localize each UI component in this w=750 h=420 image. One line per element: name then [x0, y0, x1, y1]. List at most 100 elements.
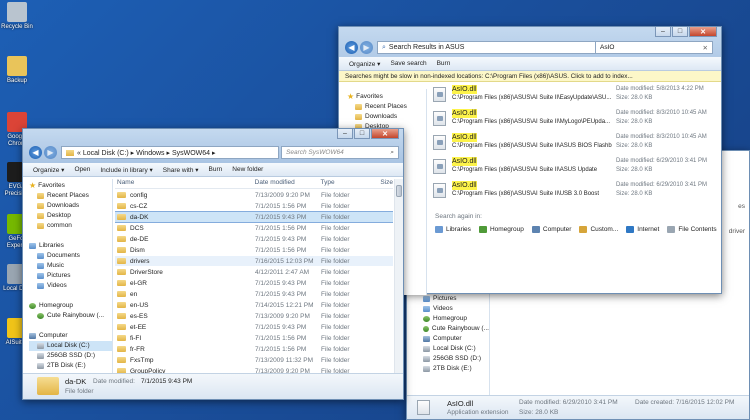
file-row[interactable]: DriverStore 4/12/2011 2:47 AM File folder	[115, 267, 393, 277]
minimize-button[interactable]: –	[337, 129, 353, 139]
nav-item[interactable]: 256GB SSD (D:)	[29, 351, 112, 361]
toolbar-button[interactable]: Organize ▾	[349, 60, 380, 68]
search-again-option[interactable]: Homegroup	[478, 224, 524, 234]
search-input[interactable]: AsIO ✕	[595, 41, 713, 54]
result-name-block: AsIO.dll C:\Program Files (x86)\ASUS\AI S…	[452, 85, 612, 103]
file-row[interactable]: es-ES 7/13/2009 9:20 PM File folder	[115, 311, 393, 321]
search-result-item[interactable]: AsIO.dll C:\Program Files (x86)\ASUS\AI S…	[431, 157, 717, 180]
file-row[interactable]: da-DK 7/1/2015 9:43 PM File folder	[115, 211, 393, 223]
result-path: C:\Program Files (x86)\ASUS\AI Suite II\…	[452, 143, 612, 149]
toolbar-button[interactable]: Burn	[209, 166, 223, 173]
search-input[interactable]: Search SysWOW64 ⌕	[281, 146, 399, 159]
search-result-item[interactable]: AsIO.dll C:\Program Files (x86)\ASUS\AI S…	[431, 85, 717, 108]
nav-item[interactable]: Desktop	[29, 211, 112, 221]
back-arrow-icon[interactable]: ◀	[345, 41, 358, 54]
file-row[interactable]: en 7/1/2015 9:43 PM File folder	[115, 289, 393, 299]
nav-item[interactable]: Computer	[29, 331, 112, 341]
column-name[interactable]: Name	[115, 179, 255, 188]
nav-item[interactable]: Pictures	[423, 294, 489, 304]
nav-item[interactable]: Homegroup	[423, 314, 489, 324]
nav-item[interactable]: Cute Rainybouw (...	[423, 324, 489, 334]
file-row[interactable]: et-EE 7/1/2015 9:43 PM File folder	[115, 322, 393, 332]
maximize-button[interactable]: □	[354, 129, 370, 139]
nav-item[interactable]: Music	[29, 261, 112, 271]
result-meta: Date modified: 6/29/2010 3:41 PM Size: 28…	[616, 157, 707, 175]
file-row[interactable]: en-US 7/14/2015 12:21 PM File folder	[115, 300, 393, 310]
nav-item[interactable]: Videos	[423, 304, 489, 314]
forward-arrow-icon[interactable]: ▶	[44, 146, 57, 159]
nav-item[interactable]: common	[29, 221, 112, 231]
nav-item[interactable]: 2TB Disk (E:)	[423, 364, 489, 374]
nav-item[interactable]: Homegroup	[29, 301, 112, 311]
syswow-toolbar: Organize ▾ Open Include in library ▾ Share …	[23, 163, 403, 177]
nav-item[interactable]: Pictures	[29, 271, 112, 281]
result-name: AsIO.dll	[452, 181, 477, 190]
toolbar-button[interactable]: Open	[74, 166, 90, 173]
file-row[interactable]: cs-CZ 7/1/2015 1:56 PM File folder	[115, 201, 393, 211]
search-result-item[interactable]: AsIO.dll C:\Program Files (x86)\ASUS\AI S…	[431, 133, 717, 156]
nav-item[interactable]: ★ Favorites	[29, 181, 112, 191]
file-row[interactable]: FxsTmp 7/13/2009 11:32 PM File folder	[115, 355, 393, 365]
nav-item[interactable]: Libraries	[29, 241, 112, 251]
column-type[interactable]: Type	[320, 179, 380, 188]
minimize-button[interactable]: –	[655, 27, 671, 37]
nav-item[interactable]: Computer	[423, 334, 489, 344]
nav-item[interactable]: Documents	[29, 251, 112, 261]
nav-item[interactable]: ★ Favorites	[347, 92, 426, 102]
search-again-option[interactable]: Custom...	[579, 224, 618, 234]
toolbar-button[interactable]: Burn	[437, 60, 451, 67]
file-date: 7/13/2009 9:20 PM	[255, 312, 310, 320]
folder-icon	[117, 214, 126, 220]
nav-item[interactable]: Downloads	[29, 201, 112, 211]
breadcrumb[interactable]: « Local Disk (C:) ▸ Windows ▸ SysWOW64 ▸	[61, 146, 279, 159]
address-bar[interactable]: ⌕ Search Results in ASUS	[377, 41, 625, 54]
column-date-modified[interactable]: Date modified	[255, 179, 321, 188]
file-row[interactable]: de-DE 7/1/2015 9:43 PM File folder	[115, 234, 393, 244]
search-again-option[interactable]: Libraries	[435, 224, 471, 234]
desktop-icon[interactable]: Recycle Bin	[0, 2, 34, 31]
nav-item[interactable]: Local Disk (C:)	[29, 341, 112, 351]
nav-item[interactable]: Recent Places	[29, 191, 112, 201]
search-result-item[interactable]: AsIO.dll C:\Program Files (x86)\ASUS\AI S…	[431, 109, 717, 132]
toolbar-button[interactable]: Include in library ▾	[100, 166, 152, 174]
search-again-option[interactable]: Computer	[531, 224, 571, 234]
desktop-icon[interactable]: Backup	[0, 56, 34, 85]
file-row[interactable]: fi-FI 7/1/2015 1:56 PM File folder	[115, 333, 393, 343]
toolbar-button[interactable]: Save search	[390, 60, 426, 67]
clear-search-icon[interactable]: ✕	[703, 44, 708, 52]
syswow64-explorer-window[interactable]: – □ ✕ ◀ ▶ « Local Disk (C:) ▸ Windows ▸ …	[22, 128, 404, 400]
toolbar-button[interactable]: New folder	[232, 166, 263, 173]
scrollbar-thumb[interactable]	[396, 185, 402, 197]
nav-item[interactable]: Videos	[29, 281, 112, 291]
close-button[interactable]: ✕	[371, 129, 399, 139]
nav-item-label: Cute Rainybouw (...	[431, 325, 489, 332]
search-again-option[interactable]: File Contents	[667, 224, 717, 234]
file-row[interactable]: Dism 7/1/2015 1:56 PM File folder	[115, 245, 393, 255]
nav-item[interactable]: Downloads	[347, 112, 426, 122]
file-row[interactable]: fr-FR 7/1/2015 1:56 PM File folder	[115, 344, 393, 354]
nav-item[interactable]: Cute Rainybouw (...	[29, 311, 112, 321]
search-again-option[interactable]: Internet	[626, 224, 659, 234]
file-list-scrollbar[interactable]	[394, 179, 403, 375]
nav-item[interactable]: 256GB SSD (D:)	[423, 354, 489, 364]
toolbar-button[interactable]: Organize ▾	[33, 166, 64, 174]
column-size[interactable]: Size	[380, 179, 393, 188]
search-result-item[interactable]: AsIO.dll C:\Program Files (x86)\ASUS\AI S…	[431, 181, 717, 204]
close-button[interactable]: ✕	[689, 27, 717, 37]
back-arrow-icon[interactable]: ◀	[29, 146, 42, 159]
dll-file-icon	[433, 159, 446, 174]
file-row[interactable]: el-GR 7/1/2015 9:43 PM File folder	[115, 278, 393, 288]
maximize-button[interactable]: □	[672, 27, 688, 37]
result-size: Size: 28.0 KB	[616, 167, 653, 173]
nav-item[interactable]: 2TB Disk (E:)	[29, 361, 112, 371]
forward-arrow-icon[interactable]: ▶	[360, 41, 373, 54]
search-info-bar[interactable]: Searches might be slow in non-indexed lo…	[339, 71, 721, 82]
nav-item[interactable]: Recent Places	[347, 102, 426, 112]
toolbar-button[interactable]: Share with ▾	[163, 166, 199, 174]
details-file-type: Application extension	[447, 409, 509, 416]
file-row[interactable]: config 7/13/2009 9:20 PM File folder	[115, 190, 393, 200]
nav-item[interactable]: Local Disk (C:)	[423, 344, 489, 354]
file-row[interactable]: DCS 7/1/2015 1:56 PM File folder	[115, 223, 393, 233]
file-row[interactable]: drivers 7/16/2015 12:03 PM File folder	[115, 256, 393, 266]
